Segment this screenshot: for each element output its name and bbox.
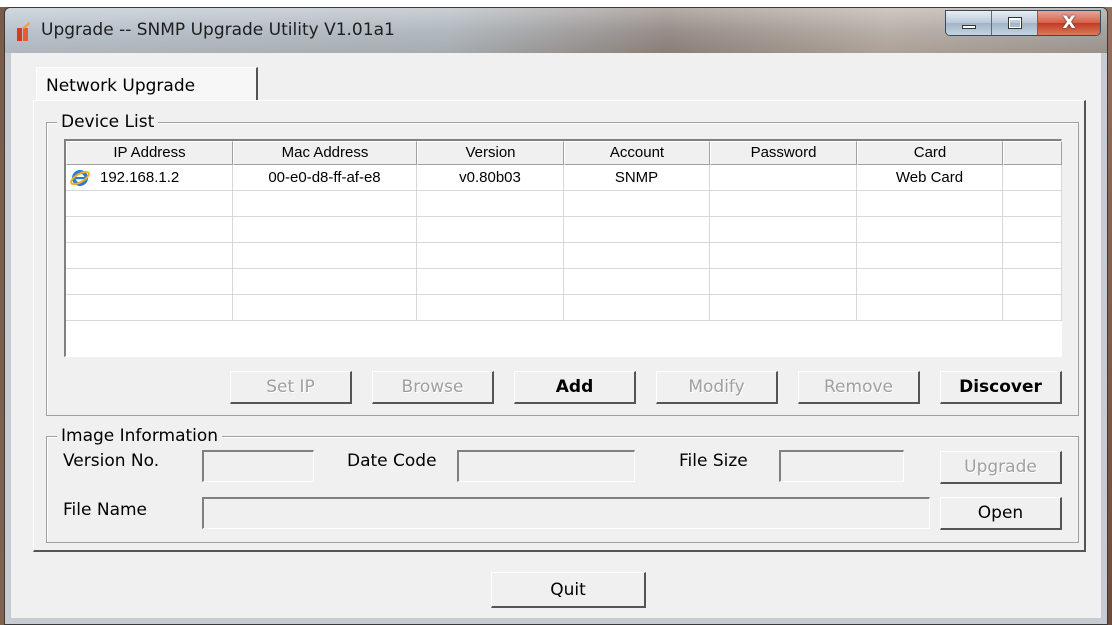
empty-cell (417, 191, 564, 217)
column-header-version[interactable]: Version (417, 141, 564, 165)
upgrade-button[interactable]: Upgrade (940, 451, 1062, 484)
ip-address-text: 192.168.1.2 (100, 169, 180, 186)
cell-ip-address: 192.168.1.2 (66, 165, 233, 191)
empty-cell (710, 295, 857, 321)
empty-cell (710, 217, 857, 243)
device-table[interactable]: IP Address Mac Address Version Account P… (64, 139, 1062, 357)
empty-cell (66, 191, 233, 217)
empty-cell (564, 191, 710, 217)
title-bar[interactable]: Upgrade -- SNMP Upgrade Utility V1.01a1 … (5, 8, 1107, 53)
device-list-title: Device List (57, 112, 159, 132)
image-information-group: Image Information Version No. Date Code … (46, 426, 1079, 543)
window-title: Upgrade -- SNMP Upgrade Utility V1.01a1 (41, 20, 395, 40)
minimize-button[interactable] (946, 11, 992, 35)
empty-cell (233, 269, 417, 295)
empty-cell (1003, 295, 1062, 321)
table-row-empty (66, 269, 1062, 295)
empty-cell (564, 243, 710, 269)
column-header-password[interactable]: Password (710, 141, 857, 165)
cell-extra (1003, 165, 1062, 191)
empty-cell (564, 269, 710, 295)
maximize-icon (1008, 17, 1022, 29)
tab-network-upgrade[interactable]: Network Upgrade (36, 67, 258, 101)
version-no-label: Version No. (63, 451, 160, 471)
table-header: IP Address Mac Address Version Account P… (66, 141, 1062, 165)
empty-cell (710, 191, 857, 217)
cell-card: Web Card (857, 165, 1003, 191)
empty-cell (233, 217, 417, 243)
version-no-field[interactable] (202, 450, 314, 482)
cell-password (710, 165, 857, 191)
empty-cell (857, 295, 1003, 321)
browse-button[interactable]: Browse (372, 371, 494, 404)
app-window: Upgrade -- SNMP Upgrade Utility V1.01a1 … (4, 7, 1108, 625)
empty-cell (1003, 217, 1062, 243)
empty-cell (66, 217, 233, 243)
device-list-group: Device List IP Address Mac Address Versi… (46, 112, 1079, 416)
add-button[interactable]: Add (514, 371, 636, 404)
table-row-empty (66, 243, 1062, 269)
table-row-empty (66, 217, 1062, 243)
minimize-icon (962, 25, 976, 29)
empty-cell (564, 295, 710, 321)
set-ip-button[interactable]: Set IP (230, 371, 352, 404)
file-name-label: File Name (63, 500, 148, 520)
window-controls: X (945, 10, 1101, 36)
empty-cell (1003, 243, 1062, 269)
empty-cell (233, 243, 417, 269)
client-area: Network Upgrade Device List IP Address M… (11, 53, 1101, 618)
empty-cell (857, 191, 1003, 217)
empty-cell (417, 217, 564, 243)
table-row-empty (66, 191, 1062, 217)
open-button[interactable]: Open (940, 497, 1062, 530)
empty-cell (233, 295, 417, 321)
empty-cell (417, 243, 564, 269)
file-name-field[interactable] (202, 497, 930, 529)
empty-cell (66, 243, 233, 269)
table-body: 192.168.1.2 00-e0-d8-ff-af-e8 v0.80b03 S… (66, 165, 1062, 321)
modify-button[interactable]: Modify (656, 371, 778, 404)
file-size-field[interactable] (779, 450, 904, 482)
image-information-title: Image Information (57, 426, 223, 446)
discover-button[interactable]: Discover (940, 371, 1062, 404)
date-code-label: Date Code (347, 451, 437, 471)
empty-cell (66, 295, 233, 321)
column-header-extra[interactable] (1003, 141, 1062, 165)
empty-cell (417, 269, 564, 295)
table-row-empty (66, 295, 1062, 321)
empty-cell (710, 243, 857, 269)
app-icon (17, 22, 30, 41)
desktop-top-strip (0, 0, 1112, 7)
close-icon: X (1062, 13, 1076, 33)
table-row[interactable]: 192.168.1.2 00-e0-d8-ff-af-e8 v0.80b03 S… (66, 165, 1062, 191)
remove-button[interactable]: Remove (798, 371, 920, 404)
quit-button[interactable]: Quit (491, 572, 646, 608)
date-code-field[interactable] (457, 450, 635, 482)
internet-explorer-icon (70, 170, 90, 186)
empty-cell (857, 243, 1003, 269)
empty-cell (417, 295, 564, 321)
maximize-button[interactable] (992, 11, 1038, 35)
file-size-label: File Size (679, 451, 748, 471)
column-header-card[interactable]: Card (857, 141, 1003, 165)
empty-cell (1003, 269, 1062, 295)
empty-cell (1003, 191, 1062, 217)
empty-cell (857, 269, 1003, 295)
empty-cell (233, 191, 417, 217)
cell-account: SNMP (564, 165, 710, 191)
cell-mac-address: 00-e0-d8-ff-af-e8 (233, 165, 417, 191)
close-button[interactable]: X (1038, 11, 1100, 35)
empty-cell (710, 269, 857, 295)
tab-panel: Device List IP Address Mac Address Versi… (33, 100, 1086, 552)
empty-cell (66, 269, 233, 295)
empty-cell (857, 217, 1003, 243)
empty-cell (564, 217, 710, 243)
column-header-account[interactable]: Account (564, 141, 710, 165)
cell-version: v0.80b03 (417, 165, 564, 191)
column-header-mac-address[interactable]: Mac Address (233, 141, 417, 165)
column-header-ip-address[interactable]: IP Address (66, 141, 233, 165)
